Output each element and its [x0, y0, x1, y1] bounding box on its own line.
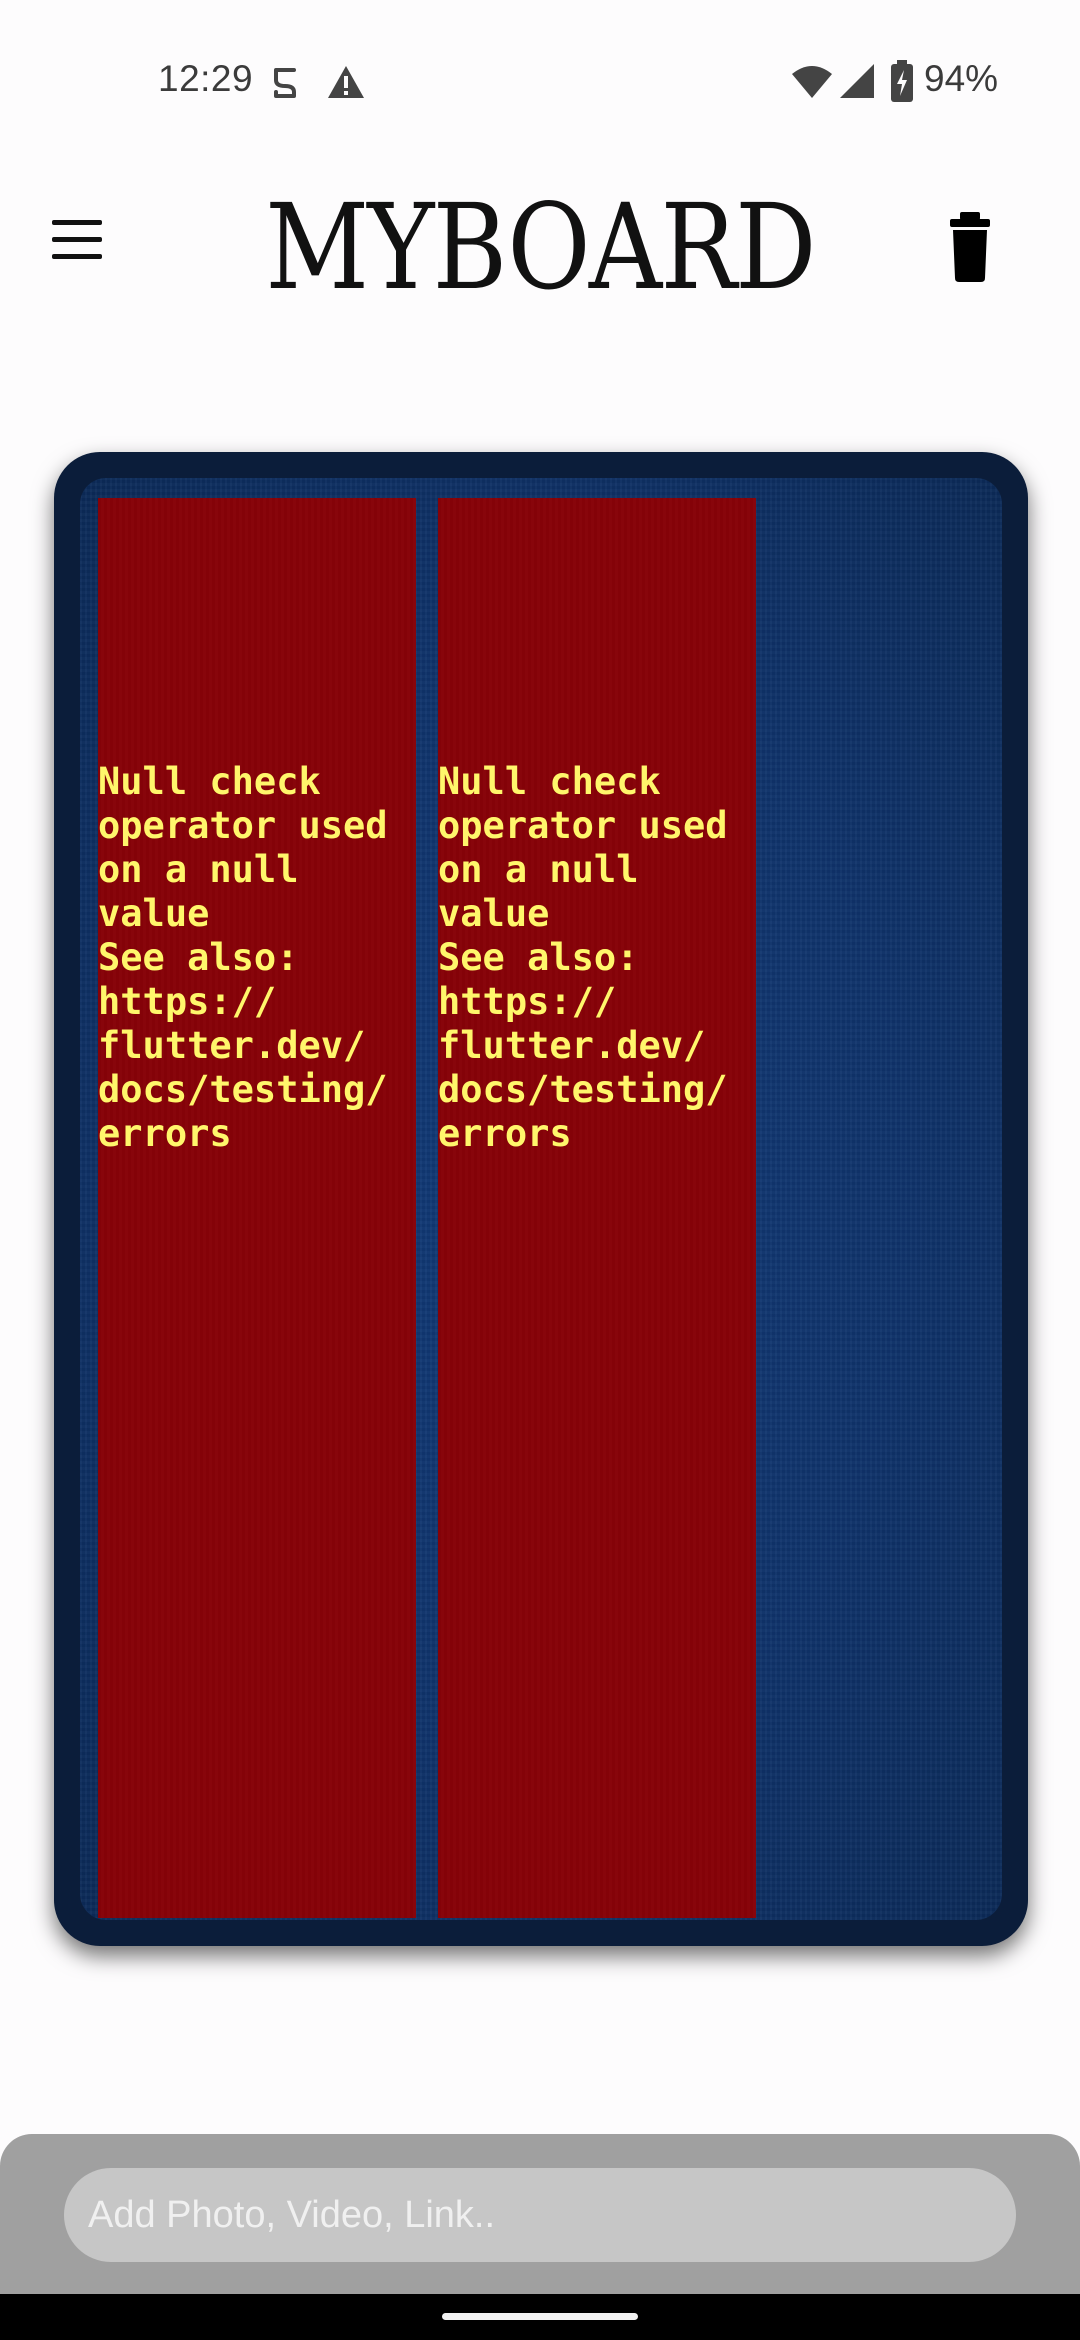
- warning-icon: [328, 66, 364, 98]
- trash-icon[interactable]: [940, 212, 1000, 282]
- status-time: 12:29: [158, 58, 254, 99]
- wifi-icon: [792, 66, 832, 98]
- battery-percent: 94%: [924, 58, 999, 99]
- status-bar: 12:29 94%: [0, 0, 1080, 160]
- error-message: Null check operator used on a null value…: [98, 760, 388, 1155]
- home-gesture-handle[interactable]: [442, 2313, 638, 2320]
- error-panel: Null check operator used on a null value…: [438, 498, 756, 1918]
- battery-charging-icon: [891, 60, 913, 102]
- error-message: Null check operator used on a null value…: [438, 760, 728, 1155]
- signal-icon: [840, 64, 874, 98]
- subscription-icon: [274, 68, 296, 98]
- page-title: MYBOARD: [265, 178, 816, 316]
- error-panel: Null check operator used on a null value…: [98, 498, 416, 1918]
- add-content-input[interactable]: [64, 2168, 1016, 2262]
- composer-bar: [0, 2134, 1080, 2294]
- system-nav-bar: [0, 2294, 1080, 2340]
